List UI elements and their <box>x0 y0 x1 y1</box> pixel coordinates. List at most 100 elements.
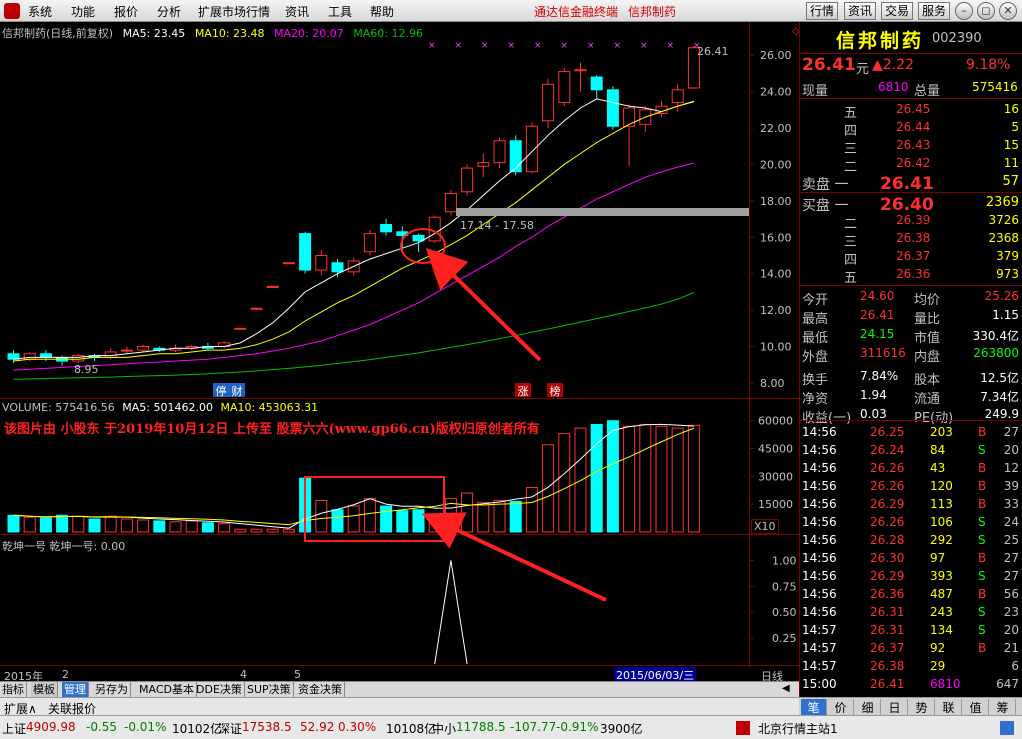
limit-up-tag[interactable]: 涨 <box>515 383 531 398</box>
tick-count: 20 <box>1003 443 1019 457</box>
close-icon[interactable]: ✕ <box>999 2 1017 20</box>
stock-header: 信邦制药 002390 <box>800 26 1022 52</box>
candle-body <box>363 233 376 253</box>
stat-label: 换手 <box>802 373 829 388</box>
tab-value[interactable]: 值 <box>963 699 989 715</box>
tab-save-as[interactable]: 另存为 <box>93 682 131 698</box>
volume-bar <box>72 515 85 533</box>
tick-volume: 29 <box>930 659 946 673</box>
tick-price: 26.26 <box>870 461 905 475</box>
menu-tools[interactable]: 工具 <box>328 3 352 20</box>
zx-index-label[interactable]: 中小 <box>432 720 456 737</box>
tab-sup[interactable]: SUP决策 <box>245 682 294 698</box>
restore-icon[interactable]: ◻ <box>977 2 995 20</box>
signal-marker: × <box>481 41 489 51</box>
service-button[interactable]: 服务 <box>918 2 950 20</box>
tick-row: 14:56 26.26 43 B 12 <box>800 460 1022 478</box>
stat-value: 1.15 <box>992 308 1019 322</box>
ask-row: 二 26.42 11 <box>800 155 1022 175</box>
tick-count: 27 <box>1003 569 1019 583</box>
trade-button[interactable]: 交易 <box>881 2 913 20</box>
bid-price: 26.36 <box>896 267 931 281</box>
tab-capital[interactable]: 资金决策 <box>296 682 345 698</box>
menu-system[interactable]: 系统 <box>28 3 52 20</box>
volume-bar <box>639 423 652 533</box>
tick-count: 25 <box>1003 533 1019 547</box>
scroll-left-icon[interactable]: ◀ <box>782 683 790 694</box>
price-axis-label: 12.00 <box>760 304 792 317</box>
minimize-icon[interactable]: – <box>955 2 973 20</box>
tick-volume: 393 <box>930 569 953 583</box>
tick-row: 14:56 26.25 203 B 27 <box>800 424 1022 442</box>
menu-help[interactable]: 帮助 <box>370 3 394 20</box>
range-label: 17.14 - 17.58 <box>460 219 534 232</box>
current-volume: 6810 <box>878 80 909 94</box>
indicator-axis-label: 0.50 <box>772 606 797 619</box>
tick-time: 14:56 <box>802 587 837 601</box>
tab-manage[interactable]: 管理 <box>62 682 89 698</box>
stat-label: 外盘 <box>802 350 829 365</box>
tab-dde[interactable]: DDE决策 <box>194 682 245 698</box>
menu-extended-market[interactable]: 扩展市场行情 <box>198 3 270 20</box>
sz-index-label[interactable]: 深证 <box>218 720 242 737</box>
tick-row: 14:57 26.38 29 6 <box>800 658 1022 676</box>
tab-indicator[interactable]: 指标 <box>0 682 27 698</box>
menu-analysis[interactable]: 分析 <box>157 3 181 20</box>
menu-quote[interactable]: 报价 <box>114 3 138 20</box>
tick-count: 27 <box>1003 551 1019 565</box>
menu-function[interactable]: 功能 <box>71 3 95 20</box>
quote-button[interactable]: 行情 <box>806 2 838 20</box>
tab-template[interactable]: 模板 <box>31 682 58 698</box>
signal-icon[interactable] <box>736 721 750 735</box>
stat-value: 330.4亿 <box>972 329 1019 343</box>
tab-detail[interactable]: 细 <box>855 699 881 715</box>
tick-time: 14:56 <box>802 443 837 457</box>
volume-bar <box>7 514 20 533</box>
sz-index-value: 17538.5 <box>242 720 292 734</box>
sz-index-amount: 10108亿 <box>386 722 437 736</box>
tick-row: 14:56 26.30 97 B 27 <box>800 550 1022 568</box>
price-change-pct: 9.18% <box>966 57 1011 73</box>
suspend-tag[interactable]: 停 <box>213 383 229 398</box>
tick-price: 26.31 <box>870 623 905 637</box>
signal-marker: × <box>667 41 675 51</box>
sh-index-label[interactable]: 上证 <box>2 720 26 737</box>
tab-price[interactable]: 价 <box>828 699 854 715</box>
tab-macd[interactable]: MACD基本 <box>137 682 197 698</box>
menu-news[interactable]: 资讯 <box>285 3 309 20</box>
tick-volume: 97 <box>930 551 946 565</box>
bid-volume: 3726 <box>988 213 1019 227</box>
rank-tag[interactable]: 榜 <box>547 383 563 398</box>
candle-body <box>574 69 587 72</box>
last-price-label: 26.41 <box>697 45 729 58</box>
volume-bar <box>185 520 198 533</box>
tab-chips[interactable]: 筹 <box>990 699 1016 715</box>
tab-trend[interactable]: 势 <box>909 699 935 715</box>
volume-value: VOLUME: 575416.56 <box>2 401 115 414</box>
connection-icon[interactable] <box>1000 721 1014 735</box>
tick-price: 26.25 <box>870 425 905 439</box>
finance-tag[interactable]: 财 <box>229 383 245 398</box>
tick-row: 14:56 26.36 487 B 56 <box>800 586 1022 604</box>
stat-label: 净资 <box>802 392 829 407</box>
kline-chart[interactable]: 26.00 24.00 22.00 20.00 18.00 16.00 14.00 12.00… <box>0 22 799 681</box>
bid-volume: 379 <box>996 249 1019 263</box>
volume-bar <box>687 424 700 533</box>
tab-trades[interactable]: 笔 <box>801 699 827 715</box>
tick-side: B <box>978 425 987 439</box>
stat-value: 0.03 <box>860 407 887 421</box>
tick-time: 14:56 <box>802 425 837 439</box>
chart-area[interactable]: 信邦制药(日线,前复权) MA5: 23.45 MA10: 23.48 MA20… <box>0 22 800 683</box>
volume-bar <box>137 519 150 533</box>
stat-value: 25.26 <box>984 289 1019 303</box>
app-logo-icon[interactable] <box>4 3 20 19</box>
tab-daily[interactable]: 日 <box>882 699 908 715</box>
news-button[interactable]: 资讯 <box>844 2 876 20</box>
server-name[interactable]: 北京行情主站1 <box>758 720 838 737</box>
tab-related[interactable]: 联 <box>936 699 962 715</box>
detail-tabs: 笔 价 细 日 势 联 值 筹 <box>799 697 1022 715</box>
tick-row: 14:56 26.29 393 S 27 <box>800 568 1022 586</box>
tick-price: 26.26 <box>870 479 905 493</box>
tick-count: 56 <box>1003 587 1019 601</box>
candle-body <box>493 140 506 164</box>
